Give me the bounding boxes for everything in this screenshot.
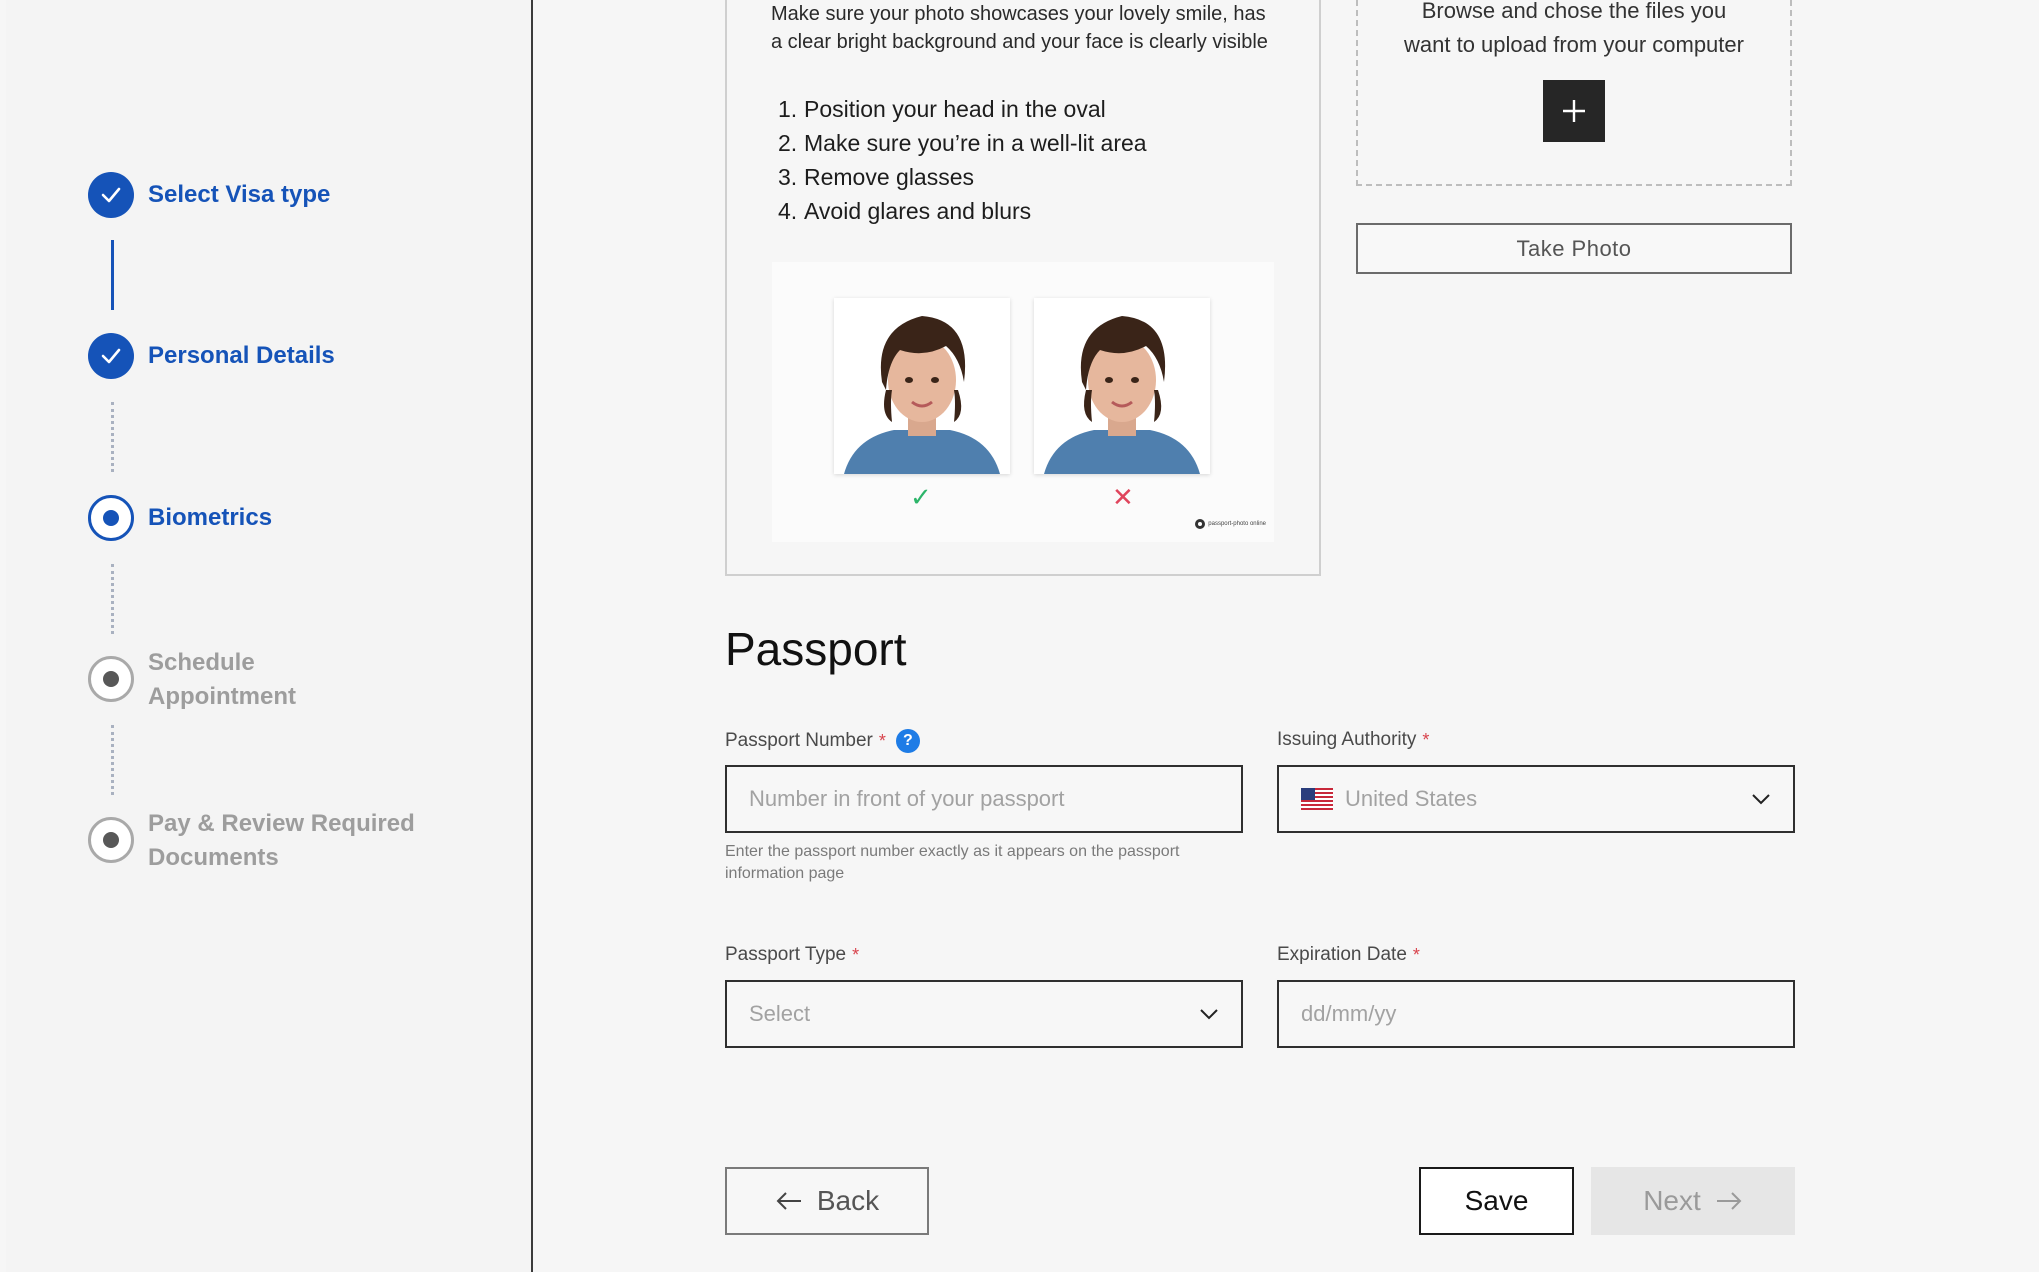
logo-text: passport-photo online — [1208, 521, 1266, 527]
step-connector — [111, 725, 114, 795]
intro-line: Make sure your photo showcases your love… — [771, 3, 1266, 25]
selected-value: Select — [749, 1001, 811, 1026]
step-personal-details[interactable]: Personal Details — [88, 333, 335, 379]
step-connector — [111, 240, 114, 310]
label-text: Passport Type — [725, 944, 847, 965]
list-item: 1. Position your head in the oval — [778, 96, 1106, 122]
step-select-visa-type[interactable]: Select Visa type — [88, 172, 330, 218]
good-example-photo — [834, 298, 1010, 474]
passport-number-hint: Enter the passport number exactly as it … — [725, 841, 1265, 885]
step-label-line1: Schedule — [148, 649, 255, 676]
step-label: Schedule Appointment — [148, 646, 296, 714]
arrow-right-icon — [1716, 1192, 1742, 1210]
selected-value: United States — [1345, 786, 1478, 811]
upcoming-step-icon — [88, 656, 134, 702]
list-item: 4. Avoid glares and blurs — [778, 198, 1032, 224]
upload-text-line: want to upload from your computer — [1404, 32, 1744, 57]
step-label: Pay & Review Required Documents — [148, 807, 415, 875]
cross-icon: ✕ — [1112, 482, 1134, 512]
passport-number-input[interactable] — [749, 786, 1219, 812]
step-label: Biometrics — [148, 504, 273, 531]
step-connector — [111, 402, 114, 472]
passport-photo-logo: passport-photo online — [1194, 518, 1266, 530]
required-marker: * — [878, 730, 886, 751]
label-text: Issuing Authority — [1277, 729, 1417, 750]
photo-instructions-intro: Make sure your photo showcases your love… — [771, 0, 1291, 56]
plus-icon — [1563, 100, 1585, 122]
add-file-button[interactable] — [1543, 80, 1605, 142]
upload-text-line: Browse and chose the files you — [1421, 0, 1727, 23]
passport-number-label: Passport Number * ? — [725, 729, 920, 753]
intro-line: a clear bright background and your face … — [771, 31, 1268, 53]
issuing-authority-select[interactable]: United States — [1277, 765, 1795, 833]
chevron-down-icon — [1752, 794, 1770, 805]
step-label-line1: Pay & Review Required — [148, 810, 415, 837]
camera-icon — [1195, 519, 1206, 529]
check-icon — [88, 172, 134, 218]
issuing-authority-label: Issuing Authority * — [1277, 729, 1429, 751]
checkmark-icon: ✓ — [910, 482, 932, 512]
us-flag-icon — [1301, 788, 1333, 810]
check-icon — [88, 333, 134, 379]
photo-instructions-list: 1. Position your head in the oval 2. Make … — [778, 92, 1147, 228]
next-button[interactable]: Next — [1591, 1167, 1795, 1235]
expiration-date-label: Expiration Date * — [1277, 944, 1420, 966]
current-step-icon — [88, 495, 134, 541]
step-pay-review[interactable]: Pay & Review Required Documents — [88, 810, 415, 875]
required-marker: * — [852, 944, 860, 965]
chevron-down-icon — [1200, 1009, 1218, 1020]
expiration-date-field[interactable] — [1277, 980, 1795, 1048]
example-photos-panel: ✓ ✕ passport-photo online — [772, 262, 1274, 542]
save-button[interactable]: Save — [1419, 1167, 1574, 1235]
step-biometrics[interactable]: Biometrics — [88, 495, 272, 541]
passport-type-select[interactable]: Select — [725, 980, 1243, 1048]
hint-line: information page — [725, 865, 845, 882]
step-label-line2: Appointment — [148, 683, 296, 710]
passport-number-field[interactable] — [725, 765, 1243, 833]
upload-instructions: Browse and chose the files you want to u… — [1360, 0, 1788, 62]
arrow-left-icon — [776, 1192, 801, 1210]
step-connector — [111, 564, 114, 634]
take-photo-button[interactable]: Take Photo — [1356, 223, 1792, 274]
upcoming-step-icon — [88, 817, 134, 863]
bad-example-photo — [1034, 298, 1210, 474]
required-marker: * — [1412, 944, 1420, 965]
step-label: Personal Details — [148, 342, 335, 369]
step-label-line2: Documents — [148, 844, 279, 871]
hint-line: Enter the passport number exactly as it … — [725, 843, 1180, 860]
button-label: Next — [1643, 1185, 1701, 1216]
section-title: Passport — [725, 623, 907, 675]
label-text: Passport Number — [725, 730, 873, 751]
expiration-date-input[interactable] — [1301, 1001, 1771, 1027]
list-item: 2. Make sure you’re in a well-lit area — [778, 130, 1147, 156]
step-schedule-appointment[interactable]: Schedule Appointment — [88, 649, 296, 714]
help-icon[interactable]: ? — [895, 729, 920, 753]
step-label: Select Visa type — [148, 181, 331, 208]
required-marker: * — [1422, 729, 1430, 750]
back-button[interactable]: Back — [725, 1167, 929, 1235]
list-item: 3. Remove glasses — [778, 164, 975, 190]
passport-type-label: Passport Type * — [725, 944, 859, 966]
button-label: Back — [816, 1185, 880, 1216]
label-text: Expiration Date — [1277, 944, 1407, 965]
